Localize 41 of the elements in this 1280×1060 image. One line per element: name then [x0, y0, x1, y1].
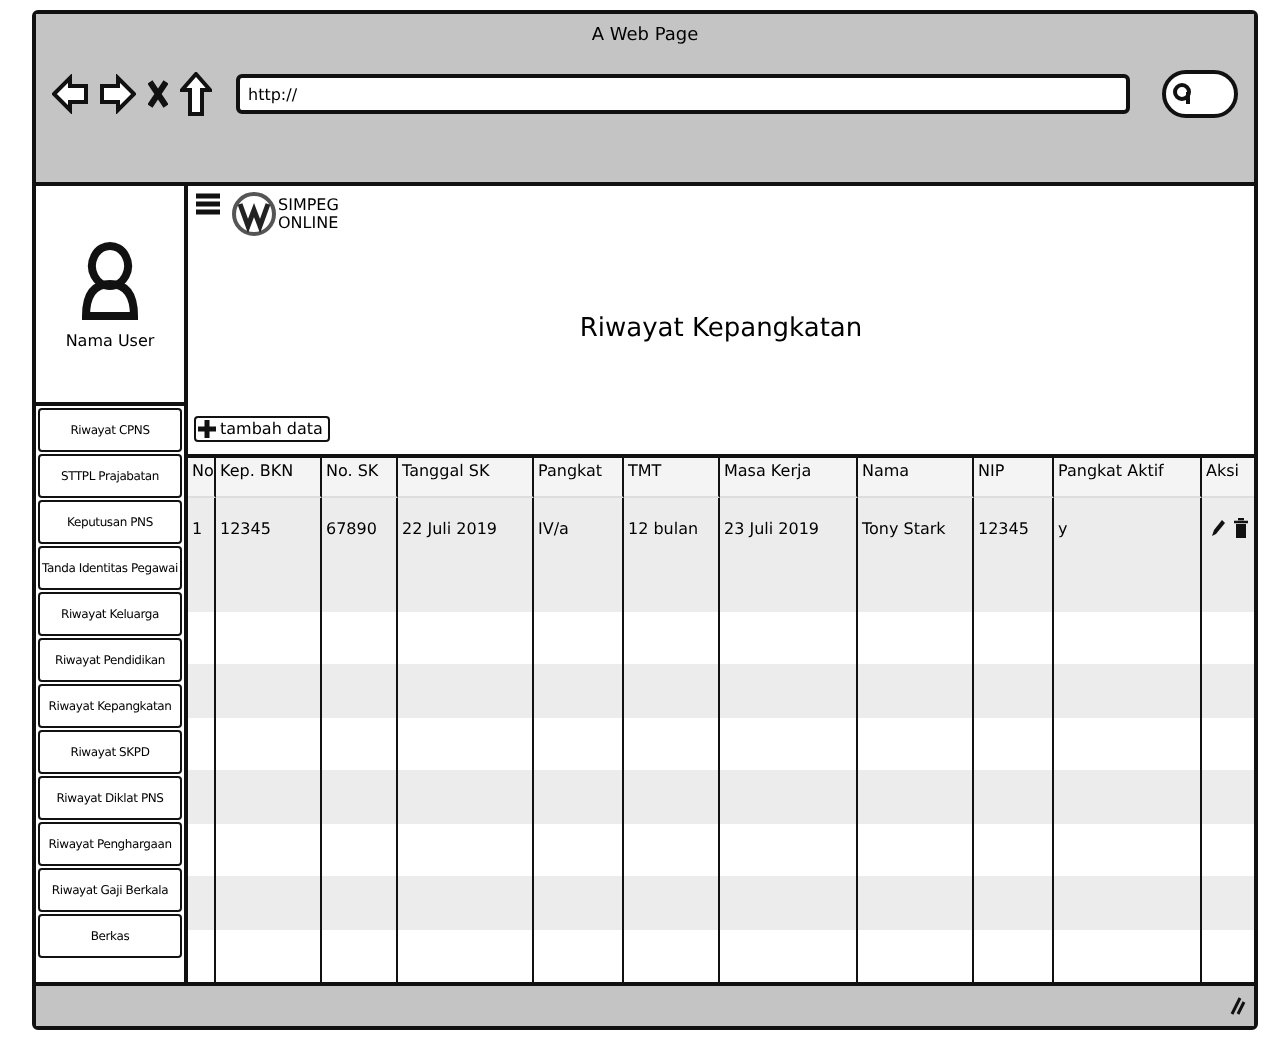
search-icon — [1172, 82, 1192, 106]
column-header: Kep. BKN — [216, 458, 322, 498]
logo-text: ONLINE — [278, 214, 339, 232]
table-cell: 23 Juli 2019 — [720, 498, 858, 558]
menu-icon[interactable] — [196, 192, 220, 216]
home-icon[interactable] — [180, 72, 212, 116]
page-title: Riwayat Kepangkatan — [579, 314, 863, 344]
window-title: A Web Page — [591, 26, 699, 46]
table-cell: 1 — [188, 498, 216, 558]
back-icon[interactable] — [52, 74, 88, 114]
resize-grip-icon[interactable] — [1226, 996, 1246, 1016]
table-cell: IV/a — [534, 498, 624, 558]
column-header: Nama — [858, 458, 974, 498]
column-header: Aksi — [1202, 458, 1254, 498]
table-cell: 12345 — [974, 498, 1054, 558]
user-name: Nama User — [65, 331, 155, 349]
table-cell: 12 bulan — [624, 498, 720, 558]
table-cell: Tony Stark — [858, 498, 974, 558]
pencil-icon[interactable] — [1209, 518, 1225, 538]
column-header: Pangkat — [534, 458, 624, 498]
logo-icon — [232, 192, 276, 236]
column-header: No. SK — [322, 458, 398, 498]
url-field[interactable]: http:// — [236, 74, 1130, 114]
table-cell: y — [1054, 498, 1202, 558]
close-icon[interactable] — [148, 80, 168, 108]
column-header: Tanggal SK — [398, 458, 534, 498]
forward-icon[interactable] — [100, 74, 136, 114]
add-data-button[interactable]: tambah data — [194, 415, 331, 441]
user-avatar-icon — [80, 239, 140, 319]
column-header: Pangkat Aktif — [1054, 458, 1202, 498]
column-header: TMT — [624, 458, 720, 498]
column-header: NIP — [974, 458, 1054, 498]
table-cell: 22 Juli 2019 — [398, 498, 534, 558]
logo-text: SIMPEG — [278, 196, 339, 214]
column-header: Masa Kerja — [720, 458, 858, 498]
trash-icon[interactable] — [1233, 518, 1247, 538]
column-header: No — [188, 458, 216, 498]
search-field[interactable] — [1162, 70, 1238, 118]
table-cell: 12345 — [216, 498, 322, 558]
table-cell: 67890 — [322, 498, 398, 558]
plus-icon — [198, 419, 216, 437]
